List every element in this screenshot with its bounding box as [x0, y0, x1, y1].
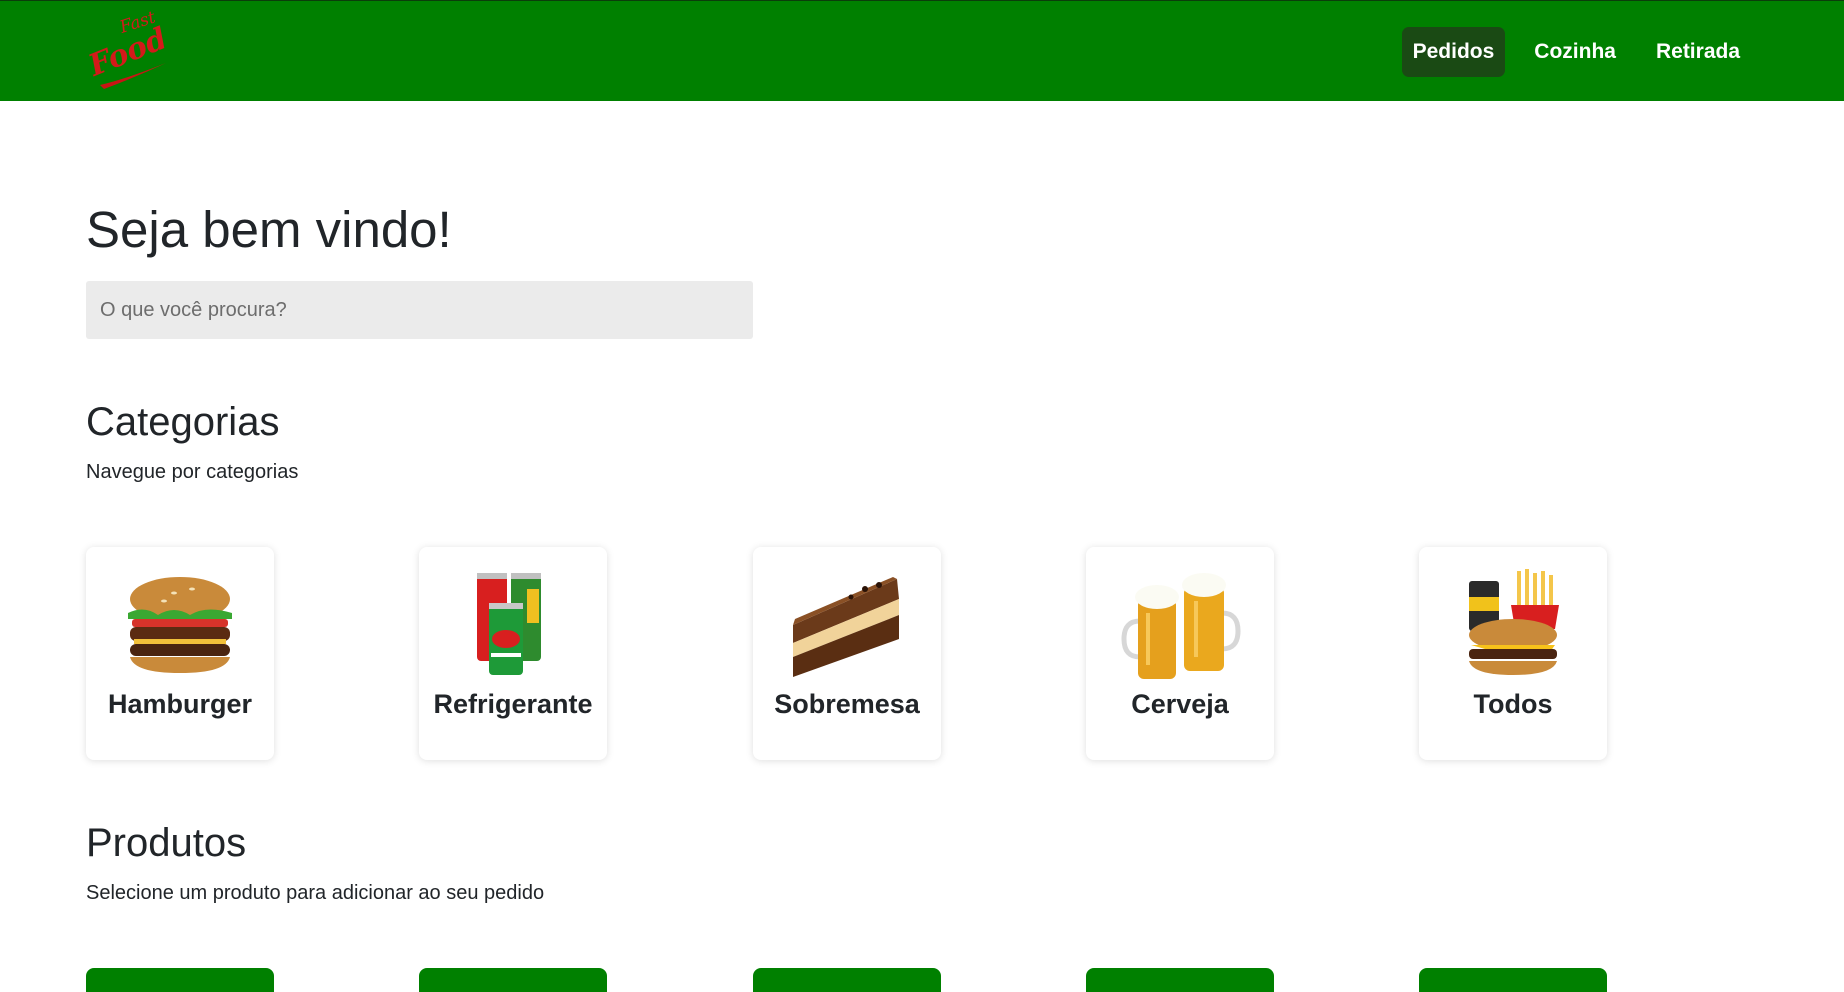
- product-card[interactable]: [86, 968, 274, 992]
- category-label: Refrigerante: [433, 689, 593, 719]
- nav-link-retirada[interactable]: Retirada: [1645, 27, 1751, 77]
- products-title: Produtos: [86, 821, 247, 865]
- category-label: Hamburger: [107, 689, 253, 719]
- product-card[interactable]: [419, 968, 607, 992]
- fast-food-logo[interactable]: Fast Food: [86, 11, 172, 91]
- categories-subtitle: Navegue por categorias: [86, 461, 299, 483]
- products-subtitle: Selecione um produto para adicionar ao s…: [86, 882, 545, 904]
- category-card-refrigerante[interactable]: Refrigerante: [419, 547, 607, 760]
- welcome-heading: Seja bem vindo!: [86, 201, 452, 258]
- product-card[interactable]: [1086, 968, 1274, 992]
- nav-links: Pedidos Cozinha Retirada: [1384, 27, 1751, 77]
- nav-link-pedidos[interactable]: Pedidos: [1401, 27, 1506, 77]
- combo-meal-image: [1469, 569, 1559, 675]
- product-card[interactable]: [1419, 968, 1607, 992]
- category-label: Sobremesa: [774, 689, 920, 719]
- product-card[interactable]: [753, 968, 941, 992]
- category-card-hamburger[interactable]: Hamburger: [86, 547, 274, 760]
- category-label: Todos: [1473, 689, 1553, 719]
- beer-mugs-image: [1121, 573, 1241, 679]
- category-card-cerveja[interactable]: Cerveja: [1086, 547, 1274, 760]
- category-card-sobremesa[interactable]: Sobremesa: [753, 547, 941, 760]
- category-label: Cerveja: [1131, 689, 1229, 719]
- nav-link-cozinha[interactable]: Cozinha: [1523, 27, 1627, 77]
- cake-slice-image: [793, 577, 899, 677]
- top-navbar: Fast Food Pedidos Cozinha Retirada: [0, 0, 1844, 101]
- search-input[interactable]: [86, 281, 753, 339]
- hamburger-image: [128, 577, 232, 673]
- categories-title: Categorias: [86, 400, 280, 444]
- soda-cans-image: [477, 573, 541, 675]
- category-card-todos[interactable]: Todos: [1419, 547, 1607, 760]
